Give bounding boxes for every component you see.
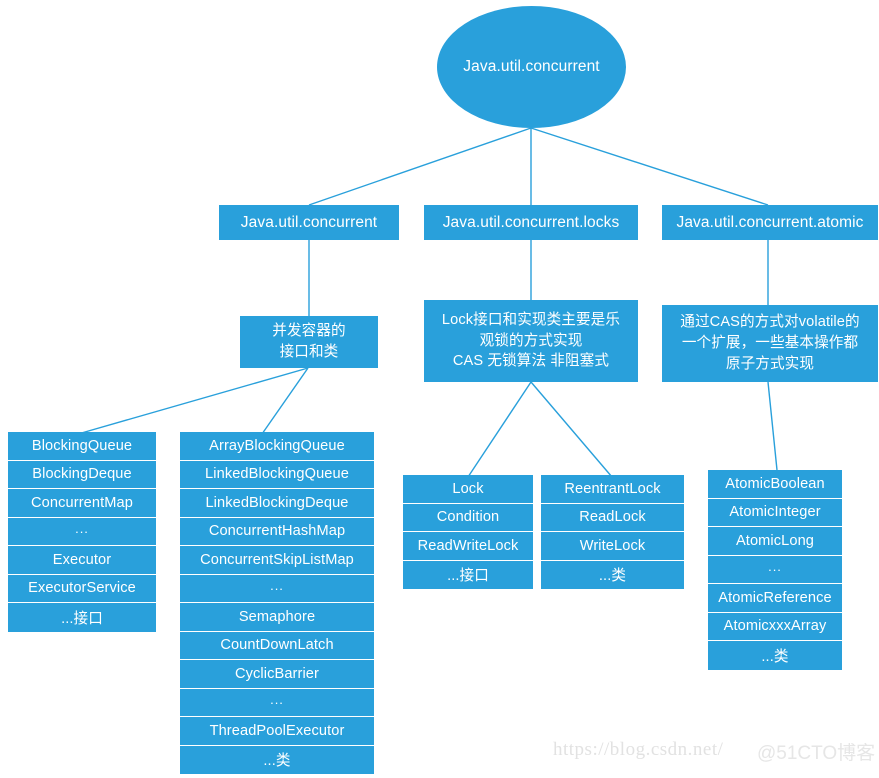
leaf-item[interactable]: ArrayBlockingQueue — [180, 432, 374, 461]
leaf-item[interactable]: CyclicBarrier — [180, 660, 374, 689]
leaf-item[interactable]: Lock — [403, 475, 533, 504]
leaf-item[interactable]: ReentrantLock — [541, 475, 684, 504]
diagram-canvas: Java.util.concurrent Java.util.concurren… — [0, 0, 879, 778]
leaf-item[interactable]: BlockingQueue — [8, 432, 156, 461]
leaf-item[interactable]: LinkedBlockingDeque — [180, 489, 374, 518]
watermark-handle: @51CTO博客 — [757, 743, 876, 764]
leaf-item[interactable]: ExecutorService — [8, 574, 156, 603]
leaf-item[interactable]: ...接口 — [8, 603, 156, 632]
edge-root-to-atomic — [530, 127, 769, 206]
leaf-group-concurrent-classes: ArrayBlockingQueue LinkedBlockingQueue Lin… — [180, 432, 374, 774]
leaf-item[interactable]: AtomicReference — [708, 584, 842, 613]
edge-desc-to-atomic-classes — [767, 381, 778, 471]
watermark-url: https://blog.csdn.net/ — [553, 739, 724, 760]
leaf-item[interactable]: AtomicxxxArray — [708, 612, 842, 641]
leaf-item[interactable]: ConcurrentMap — [8, 489, 156, 518]
leaf-item[interactable]: AtomicInteger — [708, 498, 842, 527]
description-node-atomic[interactable]: 通过CAS的方式对volatile的 一个扩展，一些基本操作都 原子方式实现 — [662, 305, 878, 382]
leaf-item[interactable]: ... — [180, 574, 374, 603]
leaf-item[interactable]: ...类 — [708, 641, 842, 670]
leaf-item[interactable]: ... — [708, 555, 842, 584]
package-node-atomic[interactable]: Java.util.concurrent.atomic — [662, 205, 878, 240]
leaf-group-concurrent-interfaces: BlockingQueue BlockingDeque ConcurrentMap.… — [8, 432, 156, 632]
leaf-item[interactable]: ReadLock — [541, 503, 684, 532]
leaf-group-locks-classes: ReentrantLock ReadLock WriteLock ...类 — [541, 475, 684, 589]
leaf-item[interactable]: ...接口 — [403, 560, 533, 589]
leaf-item[interactable]: ThreadPoolExecutor — [180, 717, 374, 746]
edge-desc-to-locks-classes — [530, 381, 613, 478]
leaf-item[interactable]: ...类 — [180, 745, 374, 774]
leaf-item[interactable]: ReadWriteLock — [403, 532, 533, 561]
leaf-item[interactable]: AtomicBoolean — [708, 470, 842, 499]
leaf-item[interactable]: Condition — [403, 503, 533, 532]
package-node-concurrent[interactable]: Java.util.concurrent — [219, 205, 399, 240]
leaf-group-atomic-classes: AtomicBoolean AtomicInteger AtomicLong... A… — [708, 470, 842, 670]
leaf-item[interactable]: ConcurrentHashMap — [180, 517, 374, 546]
description-node-concurrent[interactable]: 并发容器的 接口和类 — [240, 316, 378, 368]
leaf-item[interactable]: WriteLock — [541, 532, 684, 561]
edge-desc-to-locks-interfaces — [467, 381, 532, 478]
package-node-locks[interactable]: Java.util.concurrent.locks — [424, 205, 638, 240]
leaf-item[interactable]: AtomicLong — [708, 527, 842, 556]
leaf-item[interactable]: Executor — [8, 546, 156, 575]
leaf-item[interactable]: LinkedBlockingQueue — [180, 460, 374, 489]
leaf-group-locks-interfaces: Lock Condition ReadWriteLock ...接口 — [403, 475, 533, 589]
description-node-locks[interactable]: Lock接口和实现类主要是乐 观锁的方式实现 CAS 无锁算法 非阻塞式 — [424, 300, 638, 382]
leaf-item[interactable]: ... — [180, 688, 374, 717]
edge-root-to-concurrent — [308, 127, 532, 206]
leaf-item[interactable]: CountDownLatch — [180, 631, 374, 660]
root-node[interactable]: Java.util.concurrent — [437, 6, 626, 128]
edge-desc-to-concurrent-interfaces — [77, 367, 309, 435]
edge-desc-to-concurrent-classes — [261, 367, 309, 435]
leaf-item[interactable]: BlockingDeque — [8, 460, 156, 489]
leaf-item[interactable]: Semaphore — [180, 603, 374, 632]
leaf-item[interactable]: ConcurrentSkipListMap — [180, 546, 374, 575]
leaf-item[interactable]: ... — [8, 517, 156, 546]
leaf-item[interactable]: ...类 — [541, 560, 684, 589]
